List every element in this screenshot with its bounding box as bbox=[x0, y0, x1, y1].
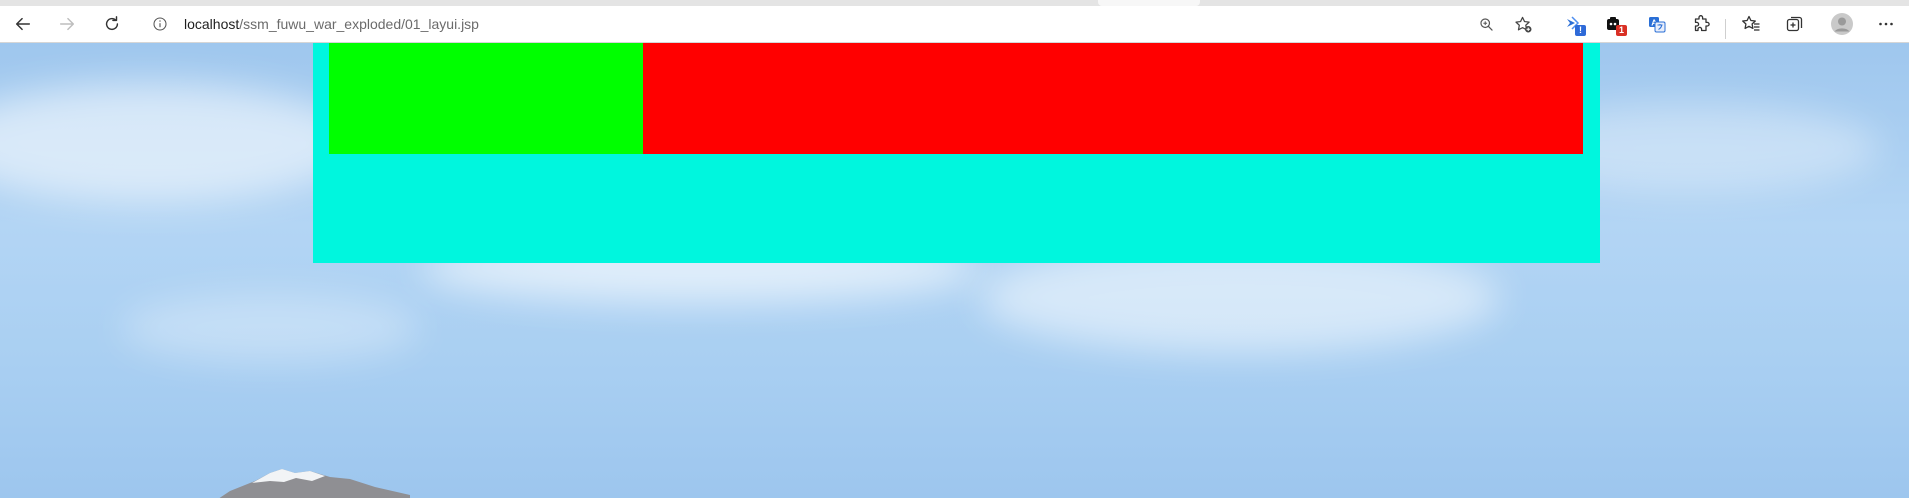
toolbar-separator bbox=[1725, 19, 1726, 39]
extension-2-badge: 1 bbox=[1616, 25, 1627, 36]
extension-1-badge: ! bbox=[1575, 25, 1586, 36]
collections-icon bbox=[1786, 16, 1803, 32]
refresh-icon bbox=[105, 16, 119, 31]
browser-toolbar: localhost/ssm_fuwu_war_exploded/01_layui… bbox=[0, 6, 1909, 43]
collections-button[interactable] bbox=[1781, 10, 1809, 38]
url-path: /ssm_fuwu_war_exploded/01_layui.jsp bbox=[239, 16, 479, 32]
profile-button[interactable] bbox=[1828, 10, 1856, 38]
mountain-peak bbox=[219, 469, 410, 498]
favorites-icon bbox=[1742, 15, 1760, 31]
add-favorite-icon bbox=[1514, 16, 1531, 32]
green-block bbox=[329, 43, 643, 154]
zoom-icon bbox=[1479, 17, 1493, 31]
red-block bbox=[643, 43, 1583, 154]
browser-window: localhost/ssm_fuwu_war_exploded/01_layui… bbox=[0, 0, 1909, 498]
forward-button[interactable] bbox=[53, 10, 81, 38]
address-url[interactable]: localhost/ssm_fuwu_war_exploded/01_layui… bbox=[184, 16, 479, 32]
more-menu-icon bbox=[1879, 22, 1893, 26]
cyan-container-block bbox=[313, 43, 1600, 263]
extensions-puzzle-icon bbox=[1694, 15, 1710, 32]
more-menu-button[interactable] bbox=[1872, 10, 1900, 38]
back-button[interactable] bbox=[9, 10, 37, 38]
url-host: localhost bbox=[184, 16, 240, 32]
back-arrow-icon bbox=[15, 17, 31, 31]
extensions-button[interactable] bbox=[1688, 10, 1716, 38]
background-cloud bbox=[120, 293, 420, 363]
favorites-button[interactable] bbox=[1737, 10, 1765, 38]
extension-2-button[interactable]: 1 bbox=[1600, 10, 1628, 38]
profile-avatar-icon bbox=[1831, 13, 1853, 35]
background-cloud bbox=[0, 83, 360, 203]
page-viewport bbox=[0, 43, 1909, 498]
forward-arrow-icon bbox=[59, 17, 75, 31]
site-info-icon[interactable] bbox=[150, 14, 170, 34]
refresh-button[interactable] bbox=[98, 10, 126, 38]
translate-icon: A bbox=[1649, 17, 1666, 33]
zoom-button[interactable] bbox=[1472, 10, 1500, 38]
extension-1-button[interactable]: ! bbox=[1559, 10, 1587, 38]
add-favorite-button[interactable] bbox=[1509, 10, 1537, 38]
translate-button[interactable]: A bbox=[1643, 10, 1671, 38]
address-bar[interactable]: localhost/ssm_fuwu_war_exploded/01_layui… bbox=[140, 9, 1546, 39]
